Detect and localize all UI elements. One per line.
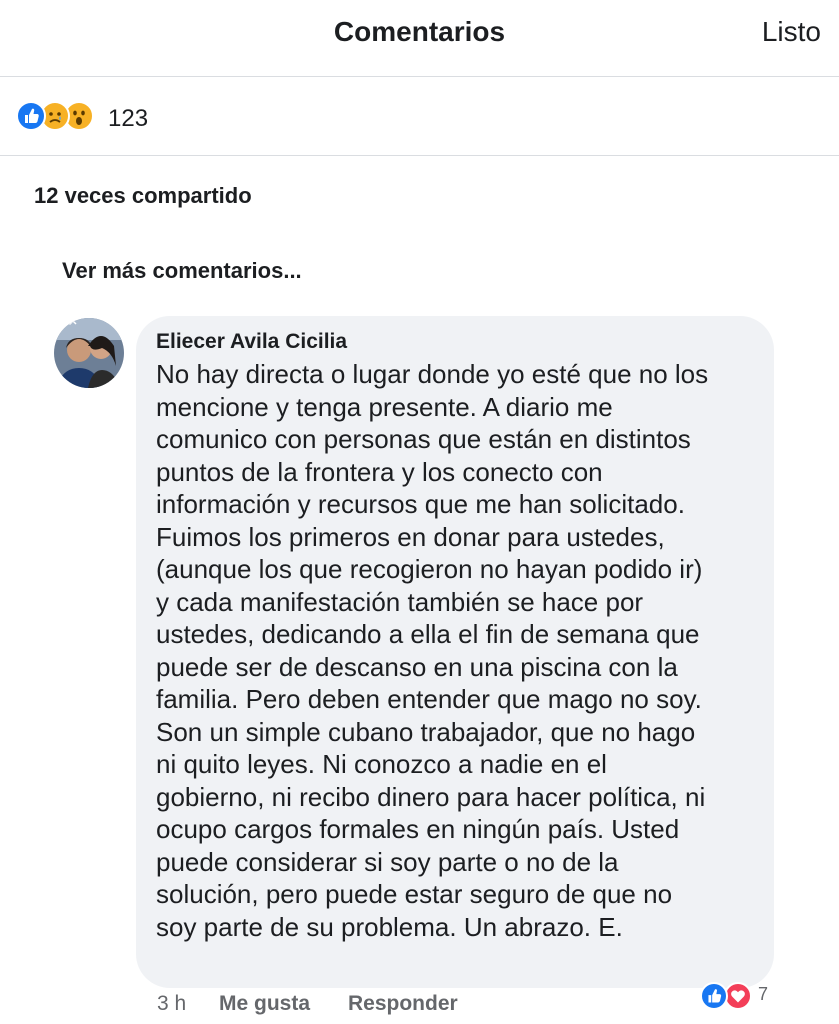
comment-line: familia. Pero deben entender que mago no… <box>156 684 702 714</box>
comment-line: información y recursos que me han solici… <box>156 489 685 519</box>
avatar[interactable] <box>54 318 124 388</box>
header-bar: Comentarios Listo <box>0 0 839 77</box>
comment-line: No hay directa o lugar donde yo esté que… <box>156 359 709 389</box>
comment-author[interactable]: Eliecer Avila Cicilia <box>156 330 347 354</box>
comment-line: comunico con personas que están en disti… <box>156 424 691 454</box>
like-icon <box>16 101 46 131</box>
post-reactions-summary[interactable]: 123 <box>0 77 839 156</box>
shares-count[interactable]: 12 veces compartido <box>34 183 252 209</box>
comment-reaction-count: 7 <box>758 984 769 1004</box>
like-icon <box>700 982 728 1010</box>
comment-line: Fuimos los primeros en donar para ustede… <box>156 521 665 552</box>
comment-line: puede considerar si soy parte o no de la <box>156 846 619 877</box>
comment-line: solución, pero puede estar seguro de que… <box>156 879 673 909</box>
comment-line: ustedes, dedicando a ella el fin de sema… <box>156 619 700 649</box>
comment-bubble: Eliecer Avila Cicilia No hay directa o l… <box>136 316 774 988</box>
love-icon <box>724 982 752 1010</box>
comment-line: puntos de la frontera y los conecto con <box>156 456 603 487</box>
comment-line: puede ser de descanso en una piscina con… <box>156 651 678 682</box>
comment-line: y cada manifestación también se hace por <box>156 586 644 617</box>
see-more-comments-link[interactable]: Ver más comentarios... <box>62 258 302 284</box>
comment-line: (aunque los que recogieron no hayan podi… <box>156 554 703 584</box>
reply-button[interactable]: Responder <box>348 992 458 1016</box>
comment-line: Son un simple cubano trabajador, que no … <box>156 716 696 747</box>
comment-timestamp: 3 h <box>157 992 187 1015</box>
reaction-icons-group <box>16 101 106 131</box>
comment-line: mencione y tenga presente. A diario me <box>156 391 613 422</box>
reaction-count: 123 <box>108 105 149 132</box>
done-button[interactable]: Listo <box>762 16 821 48</box>
comment-line: ni quito leyes. Ni conozco a nadie en el <box>156 749 607 779</box>
comment-reactions-badge[interactable]: 7 <box>700 982 780 1010</box>
like-button[interactable]: Me gusta <box>219 992 310 1016</box>
comment-text: No hay directa o lugar donde yo esté que… <box>156 358 766 943</box>
comment-line: gobierno, ni recibo dinero para hacer po… <box>156 781 706 812</box>
page-title: Comentarios <box>333 16 506 47</box>
comment-line: ocupo cargos formales en ningún país. Us… <box>156 814 680 844</box>
comment-line: soy parte de su problema. Un abrazo. E. <box>156 911 623 942</box>
